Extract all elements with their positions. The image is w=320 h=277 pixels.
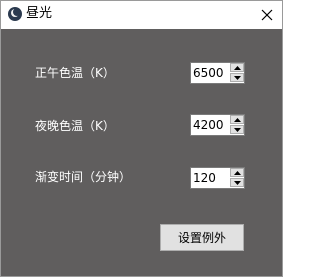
transition-time-decrement-button[interactable]: [230, 178, 244, 187]
arrow-down-icon: [233, 75, 241, 80]
transition-time-spinner: [190, 167, 245, 189]
night-temp-increment-button[interactable]: [230, 115, 244, 124]
moon-icon: [8, 7, 22, 21]
arrow-up-icon: [233, 170, 241, 175]
noon-temp-spinner: [190, 62, 245, 84]
noon-temp-increment-button[interactable]: [230, 63, 244, 72]
transition-time-label: 渐变时间（分钟）: [35, 170, 132, 184]
night-temp-spinner: [190, 114, 245, 136]
close-icon: [261, 9, 273, 20]
arrow-up-icon: [233, 117, 241, 122]
close-button[interactable]: [252, 1, 282, 28]
night-temp-label: 夜晚色温（K）: [35, 119, 115, 133]
app-window: 昼光 正午色温（K） 夜晚色温（K）: [0, 0, 283, 277]
night-temp-input[interactable]: [191, 115, 229, 135]
noon-temp-decrement-button[interactable]: [230, 73, 244, 82]
settings-panel: 正午色温（K） 夜晚色温（K） 渐变时间（分钟）: [1, 29, 282, 276]
night-temp-decrement-button[interactable]: [230, 125, 244, 134]
noon-temp-input[interactable]: [191, 63, 229, 83]
title-bar[interactable]: 昼光: [1, 1, 282, 29]
window-title: 昼光: [26, 6, 53, 21]
transition-time-increment-button[interactable]: [230, 168, 244, 177]
arrow-down-icon: [233, 180, 241, 185]
transition-time-input[interactable]: [191, 168, 229, 188]
set-exceptions-button[interactable]: 设置例外: [160, 224, 244, 251]
noon-temp-label: 正午色温（K）: [35, 66, 115, 80]
arrow-up-icon: [233, 65, 241, 70]
arrow-down-icon: [233, 127, 241, 132]
